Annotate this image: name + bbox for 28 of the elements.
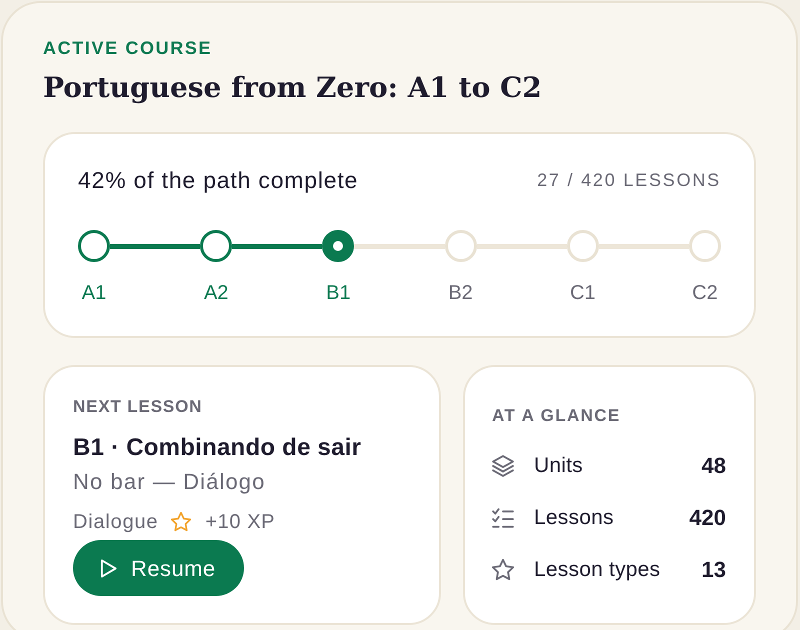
stat-label: Lessons [534,505,614,531]
resume-button[interactable]: Resume [73,540,244,596]
lesson-type: Dialogue [73,510,158,535]
stat-value: 48 [702,452,726,480]
level-label: C1 [570,281,596,306]
layers-icon [492,455,514,477]
next-lesson-heading: NEXT LESSON [73,396,204,418]
lesson-subtitle: No bar — Diálogo [73,468,266,496]
level-label: B2 [448,281,473,306]
lesson-count: 27 / 420 LESSONS [537,169,721,192]
star-icon [171,512,192,532]
stat-label: Lesson types [534,557,660,583]
stat-value: 13 [702,556,726,584]
progress-summary: 42% of the path complete [78,166,358,194]
level-label: B1 [326,281,351,306]
course-eyebrow: ACTIVE COURSE [43,37,214,60]
lesson-title: B1 · Combinando de sair [73,434,362,462]
level-label: C2 [692,281,718,306]
star-icon [492,559,514,581]
xp-reward: +10 XP [205,510,276,535]
stat-label: Units [534,453,583,479]
level-label: A1 [82,281,106,306]
course-title: Portuguese from Zero: A1 to C2 [43,70,543,106]
level-label: A2 [204,281,228,306]
play-icon [100,558,117,578]
checklist-icon [492,507,514,529]
glance-heading: AT A GLANCE [492,405,622,427]
stat-value: 420 [689,504,726,532]
